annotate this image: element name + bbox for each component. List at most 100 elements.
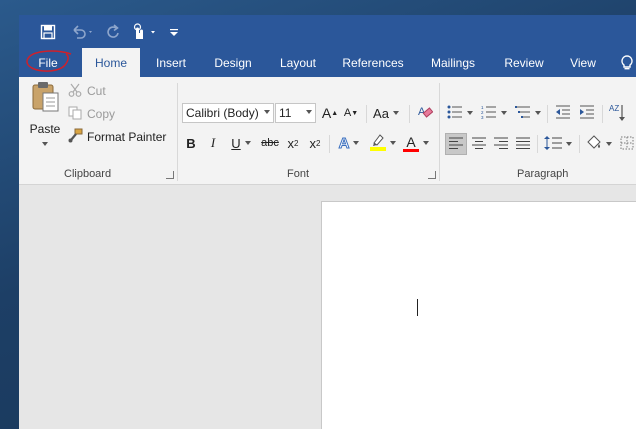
paste-button[interactable]: Paste (28, 81, 62, 159)
ribbon-home: Paste Cut Copy Format Painter Clipboard … (19, 77, 636, 185)
subscript-button[interactable]: x2 (283, 133, 303, 153)
change-case-button[interactable]: Aa (371, 103, 401, 123)
group-separator (602, 105, 603, 123)
font-name-value: Calibri (Body) (186, 106, 259, 120)
multilevel-list-button[interactable] (513, 103, 543, 123)
ribbon-tabs: File Home Insert Design Layout Reference… (19, 48, 636, 77)
font-name-combo[interactable]: Calibri (Body) (182, 103, 274, 123)
svg-text:3: 3 (481, 115, 484, 119)
shrink-font-icon: A (343, 107, 352, 119)
tab-home[interactable]: Home (82, 48, 140, 77)
grow-font-icon: A (321, 105, 332, 121)
justify-icon (516, 137, 530, 152)
copy-icon (68, 106, 82, 123)
touch-mode-icon[interactable] (129, 21, 159, 43)
bullets-button[interactable] (445, 103, 475, 123)
undo-icon[interactable] (67, 21, 97, 43)
clear-formatting-button[interactable]: A (416, 103, 434, 123)
paste-label: Paste (29, 122, 61, 136)
line-spacing-button[interactable] (542, 133, 574, 155)
paste-icon (30, 81, 60, 116)
cut-label: Cut (87, 84, 106, 98)
group-separator (366, 105, 367, 123)
grow-font-button[interactable]: A ▲ (321, 103, 339, 123)
group-separator (579, 135, 580, 153)
paste-dropdown-icon[interactable] (42, 142, 48, 146)
redo-icon[interactable] (103, 21, 123, 43)
align-right-icon (494, 137, 508, 152)
sort-button[interactable]: AZ (607, 103, 629, 125)
numbering-icon: 123 (481, 105, 497, 122)
save-icon[interactable] (37, 21, 59, 43)
borders-icon (620, 136, 634, 153)
tab-design[interactable]: Design (205, 48, 261, 77)
bullets-icon (447, 105, 463, 122)
font-group-label: Font (287, 168, 310, 180)
tab-layout[interactable]: Layout (271, 48, 325, 77)
shrink-font-button[interactable]: A ▼ (342, 103, 360, 123)
group-separator (547, 105, 548, 123)
tab-references[interactable]: References (337, 48, 409, 77)
text-effects-icon: A (338, 134, 350, 152)
align-left-button[interactable] (445, 133, 467, 155)
change-case-icon: Aa (373, 105, 389, 121)
paintbrush-icon (68, 128, 83, 146)
underline-icon: U (231, 135, 241, 151)
word-window: File Home Insert Design Layout Reference… (19, 15, 636, 429)
align-center-icon (472, 137, 486, 152)
paint-bucket-icon (586, 134, 602, 154)
font-color-icon: A (403, 135, 419, 152)
superscript-mark: 2 (316, 138, 321, 148)
font-launcher-icon[interactable] (428, 171, 436, 179)
copy-label: Copy (87, 107, 116, 121)
subscript-mark: 2 (294, 138, 299, 148)
text-cursor (417, 299, 418, 316)
highlight-button[interactable] (368, 133, 398, 153)
lightbulb-icon[interactable] (620, 54, 634, 72)
copy-button[interactable]: Copy (68, 104, 115, 124)
document-page[interactable] (321, 201, 636, 429)
tab-view[interactable]: View (563, 48, 603, 77)
borders-button[interactable] (618, 133, 636, 155)
decrease-indent-button[interactable] (552, 103, 574, 123)
group-separator (537, 135, 538, 153)
cut-button[interactable]: Cut (68, 81, 106, 101)
italic-button[interactable]: I (204, 133, 222, 153)
font-size-value: 11 (279, 106, 292, 120)
format-painter-label: Format Painter (87, 130, 167, 144)
sort-icon: AZ (609, 103, 627, 126)
tab-insert[interactable]: Insert (148, 48, 194, 77)
text-effects-button[interactable]: A (334, 133, 364, 153)
tab-file[interactable]: File (27, 48, 69, 77)
underline-button[interactable]: U (226, 133, 256, 153)
bold-button[interactable]: B (182, 133, 200, 153)
align-right-button[interactable] (490, 133, 512, 155)
format-painter-button[interactable]: Format Painter (68, 127, 166, 147)
strikethrough-button[interactable]: abc (259, 133, 281, 153)
group-separator (329, 135, 330, 153)
superscript-button[interactable]: x2 (305, 133, 325, 153)
group-separator (177, 83, 178, 181)
group-separator (409, 105, 410, 123)
title-bar (19, 15, 636, 48)
align-center-button[interactable] (468, 133, 490, 155)
multilevel-list-icon (515, 105, 531, 122)
group-separator (439, 83, 440, 181)
svg-text:AZ: AZ (609, 104, 619, 113)
clipboard-launcher-icon[interactable] (166, 171, 174, 179)
tab-review[interactable]: Review (498, 48, 550, 77)
paragraph-group-label: Paragraph (517, 168, 569, 180)
shading-button[interactable] (584, 133, 614, 155)
font-color-button[interactable]: A (401, 133, 431, 153)
document-workspace (19, 185, 636, 429)
customize-qat-icon[interactable] (167, 21, 181, 43)
increase-indent-button[interactable] (576, 103, 598, 123)
font-size-combo[interactable]: 11 (275, 103, 316, 123)
decrease-indent-icon (555, 105, 571, 122)
highlighter-icon (370, 133, 386, 154)
eraser-icon: A (417, 104, 434, 123)
tab-mailings[interactable]: Mailings (423, 48, 483, 77)
justify-button[interactable] (512, 133, 534, 155)
numbering-button[interactable]: 123 (479, 103, 509, 123)
clipboard-group-label: Clipboard (64, 168, 112, 180)
